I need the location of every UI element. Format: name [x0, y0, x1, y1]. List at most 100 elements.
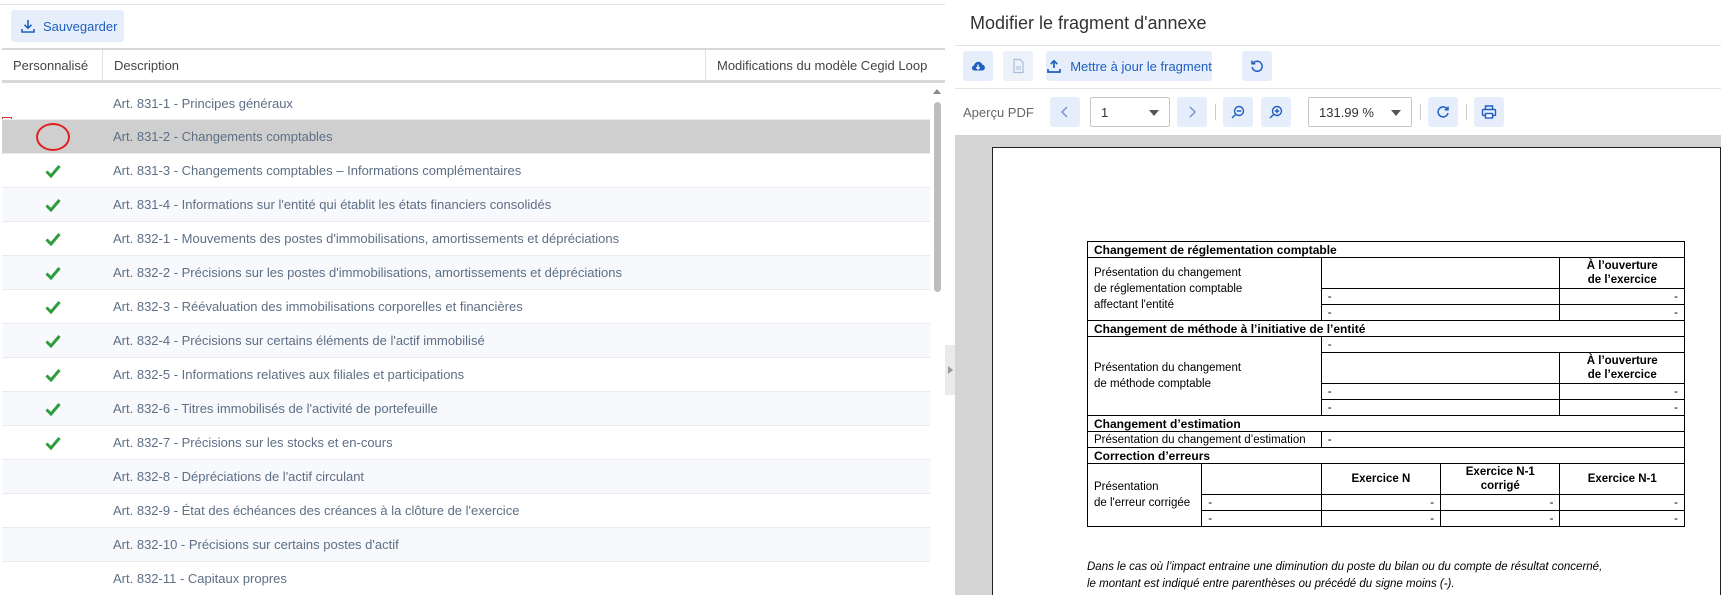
table-row[interactable]: Art. 831-3 - Changements comptables – In… [2, 154, 930, 188]
zoom-in-button[interactable] [1261, 97, 1291, 127]
pdf-viewer[interactable]: Changement de réglementation comptable P… [955, 135, 1721, 595]
personalized-cell [2, 256, 103, 289]
pdf-cell: - [1320, 431, 1686, 448]
pdf-annex-table: Changement de réglementation comptable P… [1086, 241, 1686, 527]
update-fragment-button[interactable]: Mettre à jour le fragment [1046, 51, 1212, 81]
column-header-personnalise[interactable]: Personnalisé [2, 50, 103, 80]
table-row[interactable]: Art. 832-8 - Dépréciations de l'actif ci… [2, 460, 930, 494]
app-root: Sauvegarder Personnalisé Description Mod… [0, 0, 1721, 595]
personalized-cell [2, 290, 103, 323]
check-icon [44, 300, 61, 314]
table-header: Personnalisé Description Modifications d… [2, 50, 945, 83]
pdf-row-label: Présentation du changement de méthode com… [1087, 336, 1322, 416]
personalized-cell [2, 154, 103, 187]
personalized-cell [2, 494, 103, 527]
pdf-section-title: Changement de méthode à l’initiative de … [1087, 320, 1685, 337]
pdf-cell [1201, 463, 1322, 495]
page-select[interactable]: 1 [1090, 97, 1170, 127]
pdf-column-header: Exercice N-1 corrigé [1440, 463, 1561, 495]
cloud-download-icon [971, 61, 985, 71]
divider [1466, 104, 1467, 120]
pdf-file-button[interactable] [1003, 51, 1033, 81]
chevron-right-icon [1189, 106, 1197, 118]
fragment-table-body: Art. 831-1 - Principes généraux Art. 831-… [2, 87, 930, 595]
pdf-cell: - [1559, 304, 1685, 321]
reset-button[interactable] [1242, 51, 1272, 81]
description-cell: Art. 832-5 - Informations relatives aux … [113, 367, 465, 382]
printer-icon [1481, 105, 1497, 119]
zoom-out-icon [1231, 105, 1245, 119]
print-button[interactable] [1474, 97, 1504, 127]
table-row[interactable]: Art. 831-2 - Changements comptables [2, 120, 930, 154]
description-cell: Art. 832-3 - Réévaluation des immobilisa… [113, 299, 523, 314]
column-header-modifications[interactable]: Modifications du modèle Cegid Loop [706, 50, 945, 80]
undo-icon [1251, 60, 1263, 73]
table-row[interactable]: Art. 832-6 - Titres immobilisés de l'act… [2, 392, 930, 426]
pdf-cell: - [1440, 510, 1561, 527]
next-page-button[interactable] [1177, 97, 1207, 127]
table-row[interactable]: Art. 832-3 - Réévaluation des immobilisa… [2, 290, 930, 324]
table-row[interactable]: Art. 831-1 - Principes généraux [2, 87, 930, 120]
column-header-description[interactable]: Description [103, 50, 706, 80]
table-row[interactable]: Art. 832-5 - Informations relatives aux … [2, 358, 930, 392]
save-button[interactable]: Sauvegarder [11, 10, 124, 42]
pdf-cell: - [1559, 510, 1685, 527]
pdf-cell: - [1320, 399, 1561, 416]
pdf-section-title: Correction d’erreurs [1087, 447, 1685, 464]
scroll-up-icon[interactable] [933, 89, 941, 94]
description-cell: Art. 831-2 - Changements comptables [113, 129, 333, 144]
download-icon [21, 20, 35, 33]
pane-splitter[interactable] [945, 345, 955, 395]
pdf-column-header: À l’ouverture de l’exercice [1559, 352, 1685, 384]
cloud-download-button[interactable] [963, 51, 993, 81]
table-row[interactable]: Art. 831-4 - Informations sur l'entité q… [2, 188, 930, 222]
chevron-down-icon [1149, 110, 1159, 116]
pdf-preview-label: Aperçu PDF [963, 105, 1034, 120]
description-cell: Art. 832-7 - Précisions sur les stocks e… [113, 435, 393, 450]
pdf-section-title: Changement d’estimation [1087, 415, 1685, 432]
pdf-cell: - [1559, 494, 1685, 511]
pdf-cell: - [1559, 399, 1685, 416]
description-cell: Art. 832-6 - Titres immobilisés de l'act… [113, 401, 438, 416]
refresh-icon [1437, 106, 1449, 118]
table-row[interactable]: Art. 832-4 - Précisions sur certains élé… [2, 324, 930, 358]
save-button-label: Sauvegarder [43, 18, 118, 34]
table-row[interactable]: Art. 832-10 - Précisions sur certains po… [2, 528, 930, 562]
table-row[interactable]: Art. 832-2 - Précisions sur les postes d… [2, 256, 930, 290]
table-row[interactable]: Art. 832-7 - Précisions sur les stocks e… [2, 426, 930, 460]
highlight-circle [35, 122, 70, 151]
check-icon [44, 232, 61, 246]
personalized-cell [2, 222, 103, 255]
pdf-cell: - [1440, 494, 1561, 511]
scrollbar-thumb[interactable] [934, 102, 941, 292]
pdf-cell: - [1320, 494, 1442, 511]
personalized-cell [2, 358, 103, 391]
pdf-footnote: Dans le cas où l’impact entraine une dim… [1087, 561, 1603, 590]
pdf-cell: - [1320, 304, 1561, 321]
pdf-row-label: Présentation de l'erreur corrigée [1086, 463, 1203, 527]
previous-page-button[interactable] [1050, 97, 1080, 127]
personalized-cell [2, 188, 103, 221]
description-cell: Art. 832-9 - État des échéances des créa… [113, 503, 520, 518]
vertical-scrollbar[interactable] [932, 89, 942, 595]
table-row[interactable]: Art. 832-9 - État des échéances des créa… [2, 494, 930, 528]
table-row[interactable]: Art. 832-11 - Capitaux propres [2, 562, 930, 595]
personalized-cell [2, 460, 103, 493]
table-row[interactable]: Art. 832-1 - Mouvements des postes d'imm… [2, 222, 930, 256]
refresh-button[interactable] [1428, 97, 1458, 127]
divider [1420, 104, 1421, 120]
chevron-right-icon [947, 366, 953, 374]
description-cell: Art. 831-4 - Informations sur l'entité q… [113, 197, 552, 212]
pdf-page: Changement de réglementation comptable P… [992, 147, 1721, 595]
pdf-row-label: Présentation du changement d’estimation [1087, 431, 1322, 448]
pdf-cell: - [1559, 288, 1685, 305]
pdf-file-icon [1013, 58, 1024, 74]
check-icon [44, 266, 61, 280]
upload-icon [1047, 59, 1062, 73]
zoom-select[interactable]: 131.99 % [1308, 97, 1412, 127]
pdf-section-title: Changement de réglementation comptable [1087, 241, 1685, 258]
pdf-cell: - [1201, 510, 1322, 527]
zoom-out-button[interactable] [1223, 97, 1253, 127]
check-icon [44, 436, 61, 450]
divider [955, 45, 1721, 46]
